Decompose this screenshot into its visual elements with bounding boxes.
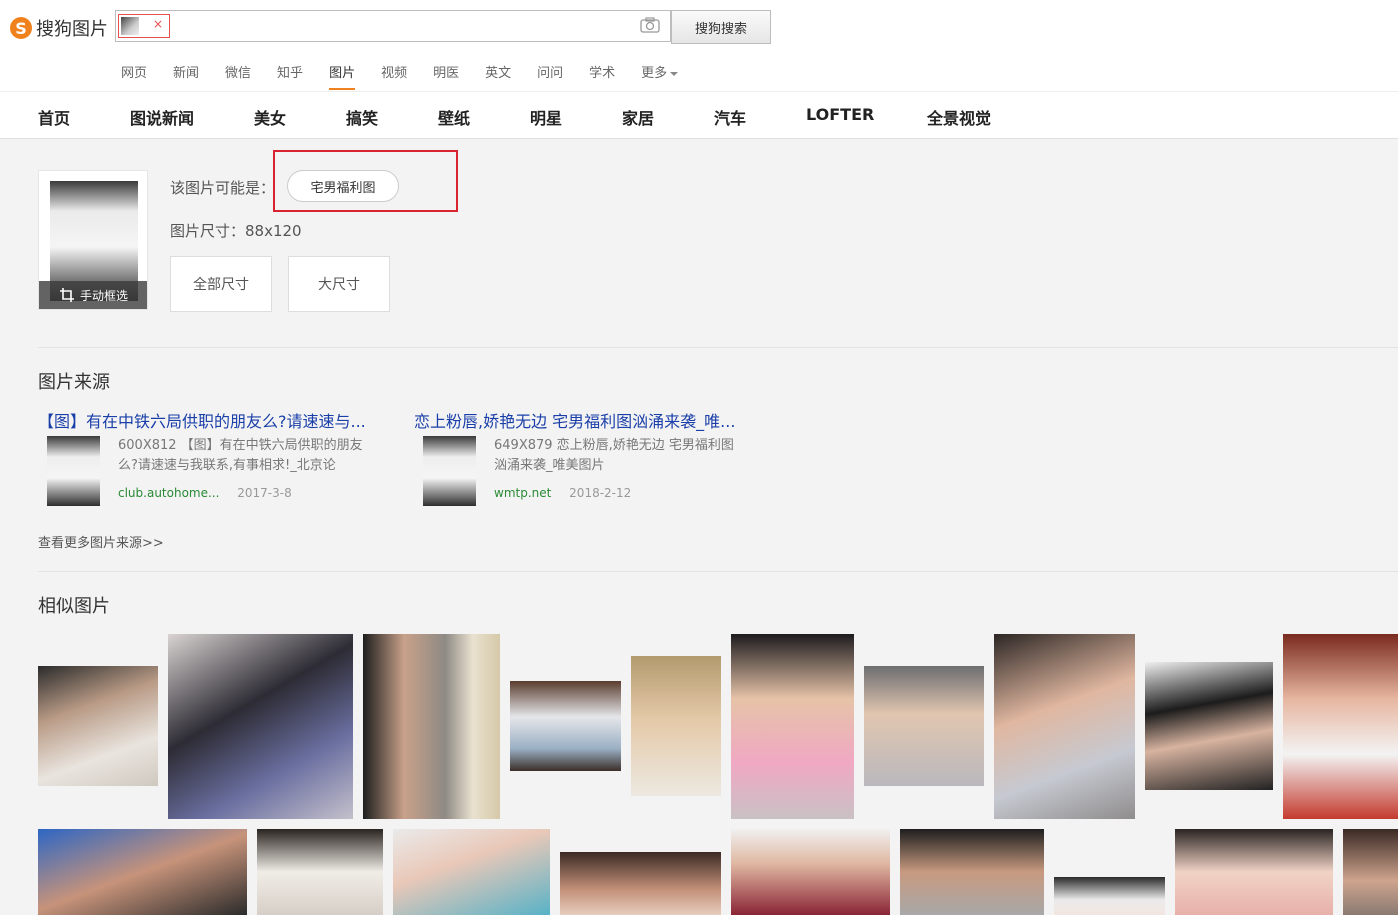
similar-image[interactable] — [363, 634, 500, 819]
highlight-box — [273, 150, 458, 212]
similar-image[interactable] — [257, 829, 383, 915]
chevron-down-icon — [670, 71, 679, 76]
similar-image[interactable] — [864, 666, 984, 786]
search-input[interactable]: × — [115, 10, 671, 42]
source-meta-1: club.autohome... 2017-3-8 — [118, 486, 292, 500]
category-wallpaper[interactable]: 壁纸 — [438, 105, 470, 129]
tab-web[interactable]: 网页 — [121, 62, 147, 90]
similar-image[interactable] — [1283, 634, 1398, 819]
source-description-1: 600X812 【图】有在中铁六局供职的朋友么?请速速与我联系,有事相求!_北京… — [118, 438, 363, 473]
category-news-pics[interactable]: 图说新闻 — [130, 105, 194, 129]
tab-wenwen[interactable]: 问问 — [537, 62, 563, 90]
large-size-button[interactable]: 大尺寸 — [288, 256, 390, 312]
similar-image[interactable] — [393, 829, 550, 915]
divider — [38, 571, 1398, 572]
similar-image[interactable] — [560, 852, 721, 915]
similar-title: 相似图片 — [38, 596, 110, 617]
similar-image[interactable] — [731, 634, 854, 819]
close-icon[interactable]: × — [153, 17, 163, 31]
category-beauty[interactable]: 美女 — [254, 105, 286, 129]
similar-image[interactable] — [38, 829, 247, 915]
tab-zhihu[interactable]: 知乎 — [277, 62, 303, 90]
category-panorama[interactable]: 全景视觉 — [927, 105, 991, 129]
similar-image[interactable] — [900, 829, 1044, 915]
image-size-label: 图片尺寸：88x120 — [170, 222, 302, 240]
similar-image[interactable] — [1145, 662, 1273, 790]
category-home-decor[interactable]: 家居 — [622, 105, 654, 129]
source-domain-2[interactable]: wmtp.net — [494, 486, 551, 500]
top-bar: S 搜狗图片 × 搜狗搜索 网页 新闻 微信 知乎 图片 视频 明医 英文 问问… — [0, 0, 1398, 91]
similar-image[interactable] — [510, 681, 621, 771]
similar-image[interactable] — [1343, 829, 1398, 915]
sogou-logo-icon: S — [10, 17, 32, 39]
similar-image[interactable] — [1054, 877, 1165, 915]
similar-image[interactable] — [38, 666, 158, 786]
maybe-label: 该图片可能是： — [170, 179, 276, 197]
vertical-tabs: 网页 新闻 微信 知乎 图片 视频 明医 英文 问问 学术 更多 — [121, 62, 704, 90]
similar-image[interactable] — [168, 634, 353, 819]
manual-crop-label: 手动框选 — [79, 288, 128, 303]
tab-more-label: 更多 — [641, 66, 668, 81]
tab-wechat[interactable]: 微信 — [225, 62, 251, 90]
source-thumbnail-1[interactable] — [47, 436, 100, 506]
similar-image[interactable] — [631, 656, 721, 796]
category-cars[interactable]: 汽车 — [714, 105, 746, 129]
tab-news[interactable]: 新闻 — [173, 62, 199, 90]
tab-video[interactable]: 视频 — [381, 62, 407, 90]
category-funny[interactable]: 搞笑 — [346, 105, 378, 129]
crop-icon — [59, 288, 74, 302]
source-thumbnail-2[interactable] — [423, 436, 476, 506]
source-meta-2: wmtp.net 2018-2-12 — [494, 486, 631, 500]
source-link-2[interactable]: 恋上粉唇,娇艳无边 宅男福利图汹涌来袭_唯... — [414, 408, 735, 432]
manual-crop-button[interactable]: 手动框选 — [39, 281, 147, 309]
similar-image[interactable] — [731, 829, 890, 915]
category-bar: 首页 图说新闻 美女 搞笑 壁纸 明星 家居 汽车 LOFTER 全景视觉 — [0, 91, 1398, 139]
more-sources-link[interactable]: 查看更多图片来源>> — [38, 532, 164, 551]
category-celebrity[interactable]: 明星 — [530, 105, 562, 129]
divider — [38, 347, 1398, 348]
category-home[interactable]: 首页 — [38, 105, 70, 129]
sources-title: 图片来源 — [38, 372, 110, 393]
category-lofter[interactable]: LOFTER — [806, 105, 874, 124]
similar-image[interactable] — [1175, 829, 1333, 915]
source-date-2: 2018-2-12 — [569, 486, 632, 500]
tab-english[interactable]: 英文 — [485, 62, 511, 90]
logo-text: 搜狗图片 — [36, 19, 108, 40]
source-description-2: 649X879 恋上粉唇,娇艳无边 宅男福利图汹涌来袭_唯美图片 — [494, 438, 734, 473]
query-image[interactable]: 手动框选 — [38, 170, 148, 310]
tab-images[interactable]: 图片 — [329, 62, 356, 90]
query-image-mini — [121, 17, 139, 35]
source-domain-1[interactable]: club.autohome... — [118, 486, 219, 500]
query-image-chip: × — [118, 14, 170, 38]
tab-medical[interactable]: 明医 — [433, 62, 459, 90]
all-sizes-button[interactable]: 全部尺寸 — [170, 256, 272, 312]
source-link-1[interactable]: 【图】有在中铁六局供职的朋友么?请速速与... — [38, 408, 366, 432]
camera-icon[interactable] — [640, 17, 660, 33]
tab-scholar[interactable]: 学术 — [589, 62, 615, 90]
similar-image[interactable] — [994, 634, 1135, 819]
tab-more[interactable]: 更多 — [641, 62, 679, 90]
sogou-logo[interactable]: S 搜狗图片 — [10, 14, 108, 42]
search-button[interactable]: 搜狗搜索 — [671, 10, 771, 44]
source-date-1: 2017-3-8 — [237, 486, 292, 500]
